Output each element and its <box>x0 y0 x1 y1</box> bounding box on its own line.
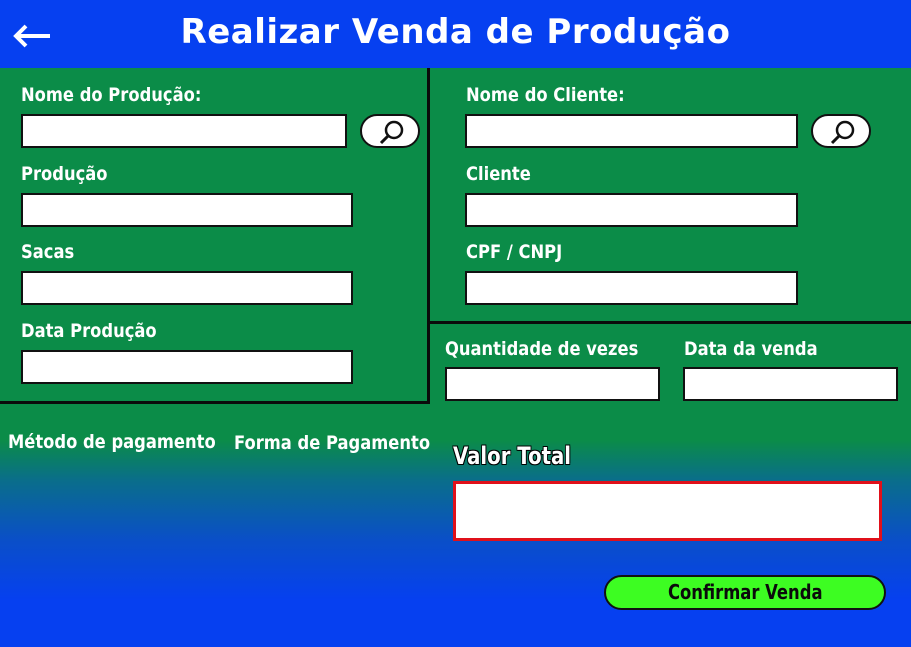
cliente-label: Cliente <box>466 163 531 185</box>
metodo-pagamento-label: Método de pagamento <box>8 431 216 453</box>
sacas-label: Sacas <box>21 241 75 263</box>
cpf-cnpj-label: CPF / CNPJ <box>466 241 563 263</box>
data-producao-input[interactable] <box>21 350 353 384</box>
cpf-cnpj-input[interactable] <box>465 271 798 305</box>
valor-total-label: Valor Total <box>453 442 572 470</box>
quantidade-vezes-input[interactable] <box>445 367 660 401</box>
nome-cliente-input[interactable] <box>465 114 798 148</box>
data-venda-input[interactable] <box>683 367 898 401</box>
right-panel-divider <box>427 321 911 324</box>
forma-pagamento-label: Forma de Pagamento <box>234 432 431 454</box>
producao-input[interactable] <box>21 193 353 227</box>
nome-producao-input[interactable] <box>21 114 347 148</box>
producao-label: Produção <box>21 163 108 185</box>
data-venda-label: Data da venda <box>684 338 818 360</box>
search-cliente-button[interactable] <box>811 114 871 148</box>
confirmar-venda-button[interactable]: Confirmar Venda <box>604 575 886 610</box>
page-title: Realizar Venda de Produção <box>180 12 731 52</box>
magnifier-icon <box>830 120 855 145</box>
vertical-divider <box>427 68 430 404</box>
data-producao-label: Data Produção <box>21 320 157 342</box>
quantidade-vezes-label: Quantidade de vezes <box>445 338 639 360</box>
valor-total-field[interactable] <box>453 481 882 541</box>
sacas-input[interactable] <box>21 271 353 305</box>
magnifier-icon <box>379 120 404 145</box>
search-producao-button[interactable] <box>360 114 420 148</box>
cliente-input[interactable] <box>465 193 798 227</box>
left-panel-bottom-divider <box>0 401 430 404</box>
confirmar-venda-label: Confirmar Venda <box>667 580 823 604</box>
nome-cliente-label: Nome do Cliente: <box>466 84 625 106</box>
nome-producao-label: Nome do Produção: <box>21 84 202 106</box>
